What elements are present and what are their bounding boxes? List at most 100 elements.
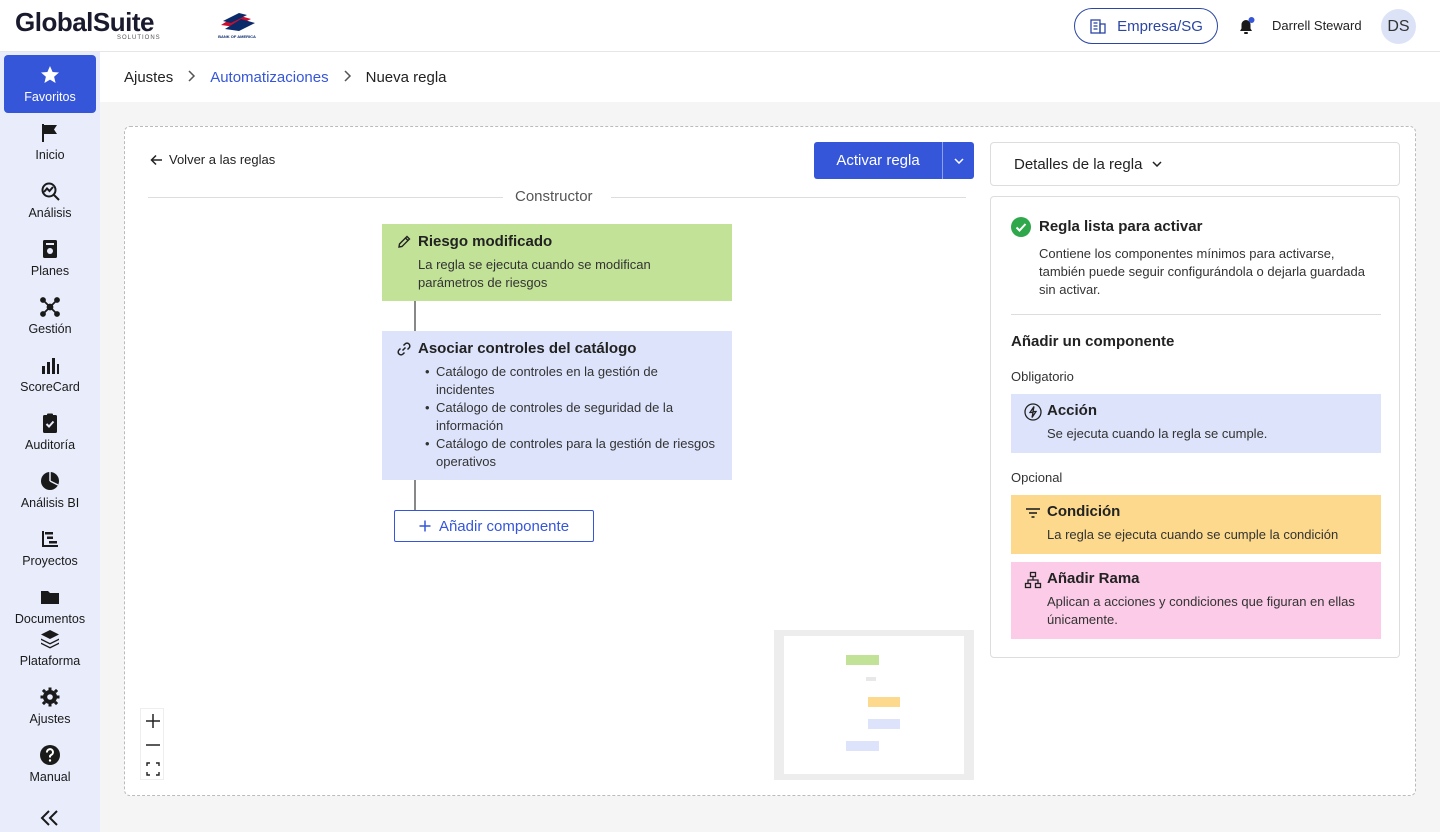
arrow-left-icon xyxy=(150,154,162,165)
minimap-node xyxy=(868,697,900,707)
builder-section-label: Constructor xyxy=(515,188,593,205)
user-name[interactable]: Darrell Steward xyxy=(1272,18,1362,33)
sidebar-label: Análisis xyxy=(28,206,72,220)
mandatory-label: Obligatorio xyxy=(1011,369,1074,384)
optional-label: Opcional xyxy=(1011,470,1063,485)
rule-details-toggle[interactable]: Detalles de la regla xyxy=(990,142,1400,186)
connector-line xyxy=(414,301,416,331)
gear-icon xyxy=(40,687,60,707)
chevron-right-icon xyxy=(187,69,196,85)
sidebar-item-scorecard[interactable]: ScoreCard xyxy=(4,345,96,403)
sidebar-item-gestion[interactable]: Gestión xyxy=(4,287,96,345)
gantt-icon xyxy=(42,531,58,547)
sidebar-label: ScoreCard xyxy=(20,380,80,394)
sidebar-label: Auditoría xyxy=(24,438,76,452)
add-component-button[interactable]: Añadir componente xyxy=(394,510,594,542)
planes-icon xyxy=(43,240,57,258)
partner-logo-text: BANK OF AMERICA xyxy=(218,34,256,39)
sidebar-item-analisis[interactable]: Análisis xyxy=(4,171,96,229)
ready-title: Regla lista para activar xyxy=(1039,218,1203,235)
pie-chart-icon xyxy=(41,472,59,490)
sidebar-item-planes[interactable]: Planes xyxy=(4,229,96,287)
sidebar-item-auditoria[interactable]: Auditoría xyxy=(4,403,96,461)
list-item: Catálogo de controles de seguridad de la… xyxy=(425,399,718,435)
breadcrumb-ajustes[interactable]: Ajustes xyxy=(124,69,173,86)
user-avatar[interactable]: DS xyxy=(1381,9,1416,44)
expand-icon xyxy=(146,762,160,776)
sidebar-item-inicio[interactable]: Inicio xyxy=(4,113,96,171)
building-icon xyxy=(1090,19,1106,34)
add-component-title: Añadir un componente xyxy=(1011,333,1175,350)
panel-divider xyxy=(1011,314,1381,315)
help-icon xyxy=(40,745,60,765)
ready-description: Contiene los componentes mínimos para ac… xyxy=(1039,246,1365,297)
fit-view-button[interactable] xyxy=(141,757,165,781)
component-condicion[interactable]: Condición La regla se ejecuta cuando se … xyxy=(1011,495,1381,554)
trigger-node[interactable]: Riesgo modificado La regla se ejecuta cu… xyxy=(382,224,732,301)
analysis-icon xyxy=(41,182,60,201)
sidebar-item-proyectos[interactable]: Proyectos xyxy=(4,519,96,577)
back-to-rules-link[interactable]: Volver a las reglas xyxy=(150,152,275,167)
minimap-node xyxy=(868,719,900,729)
zoom-out-button[interactable] xyxy=(141,733,165,757)
activate-rule-button[interactable]: Activar regla xyxy=(814,142,942,179)
breadcrumb-nueva-regla: Nueva regla xyxy=(365,68,447,86)
rule-details-panel: Regla lista para activar Contiene los co… xyxy=(990,196,1400,658)
sidebar-item-plataforma[interactable]: Plataforma xyxy=(4,619,96,677)
action-node[interactable]: Asociar controles del catálogo Catálogo … xyxy=(382,331,732,480)
logo-subtext: SOLUTIONS xyxy=(117,35,161,41)
component-description: La regla se ejecuta cuando se cumple la … xyxy=(1047,527,1339,542)
sidebar-item-manual[interactable]: Manual xyxy=(4,735,96,793)
notifications-bell-icon[interactable] xyxy=(1236,16,1256,36)
collapse-sidebar-icon[interactable] xyxy=(38,808,62,828)
component-accion[interactable]: Acción Se ejecuta cuando la regla se cum… xyxy=(1011,394,1381,453)
pencil-icon xyxy=(398,235,411,248)
action-item-list: Catálogo de controles en la gestión de i… xyxy=(425,363,718,471)
sidebar-label: Plataforma xyxy=(19,654,81,668)
component-description: Se ejecuta cuando la regla se cumple. xyxy=(1047,426,1268,441)
component-description: Aplican a acciones y condiciones que fig… xyxy=(1047,594,1355,627)
connector-line xyxy=(414,480,416,510)
layers-icon xyxy=(41,630,59,649)
globalsuite-logo[interactable]: GlobalSuite SOLUTIONS xyxy=(15,8,160,41)
sidebar-label: Análisis BI xyxy=(20,496,80,510)
plus-icon xyxy=(146,714,160,728)
minimap-node xyxy=(846,655,879,665)
minimap-viewport xyxy=(784,636,964,774)
minimap[interactable] xyxy=(774,630,974,780)
component-title: Condición xyxy=(1047,503,1121,520)
clipboard-check-icon xyxy=(43,413,57,433)
sidebar-item-favoritos[interactable]: Favoritos xyxy=(4,55,96,113)
bank-of-america-logo: BANK OF AMERICA xyxy=(211,11,263,41)
component-rama[interactable]: Añadir Rama Aplican a acciones y condici… xyxy=(1011,562,1381,639)
minimap-node xyxy=(866,677,876,681)
zoom-controls xyxy=(140,708,164,780)
bar-chart-icon xyxy=(42,358,59,374)
trigger-description: La regla se ejecuta cuando se modifican … xyxy=(418,257,651,290)
sidebar-label: Planes xyxy=(30,264,70,278)
divider-right xyxy=(611,197,966,198)
back-label: Volver a las reglas xyxy=(169,152,276,167)
sidebar-item-ajustes[interactable]: Ajustes xyxy=(4,677,96,735)
star-icon xyxy=(41,66,59,83)
network-icon xyxy=(40,297,60,317)
activate-options-dropdown[interactable] xyxy=(942,142,974,179)
component-title: Añadir Rama xyxy=(1047,570,1140,587)
sidebar-label: Gestión xyxy=(28,322,72,336)
breadcrumb-automatizaciones[interactable]: Automatizaciones xyxy=(210,69,328,86)
sidebar: Favoritos Inicio Análisis Planes Gestión… xyxy=(0,52,100,832)
folder-icon xyxy=(41,591,59,604)
add-component-label: Añadir componente xyxy=(438,517,570,535)
flag-icon xyxy=(42,124,57,142)
sidebar-item-analisis-bi[interactable]: Análisis BI xyxy=(4,461,96,519)
company-label: Empresa/SG xyxy=(1117,17,1203,35)
minimap-node xyxy=(846,741,879,751)
company-selector-button[interactable]: Empresa/SG xyxy=(1074,8,1218,44)
list-item: Catálogo de controles para la gestión de… xyxy=(425,435,718,471)
breadcrumb: Ajustes Automatizaciones Nueva regla xyxy=(100,52,1440,102)
zoom-in-button[interactable] xyxy=(141,709,165,733)
chevron-right-icon xyxy=(343,69,352,85)
minus-icon xyxy=(146,744,160,746)
lightning-icon xyxy=(1024,403,1042,421)
check-circle-icon xyxy=(1011,217,1031,237)
